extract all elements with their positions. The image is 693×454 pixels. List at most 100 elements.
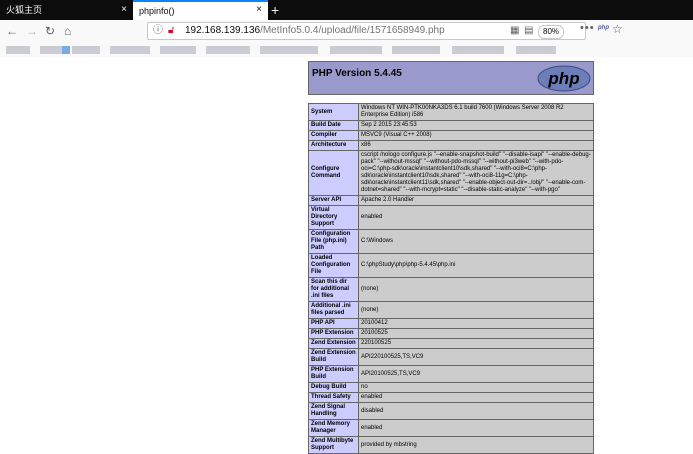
row-value: C:\Windows bbox=[358, 229, 594, 254]
row-label: Zend Extension Build bbox=[308, 348, 359, 366]
bookmarks-toolbar bbox=[0, 43, 693, 57]
table-row: Zend Extension Build API220100525,TS,VC9 bbox=[308, 348, 594, 366]
row-label: PHP Extension Build bbox=[308, 365, 359, 383]
tab-label: phpinfo() bbox=[139, 6, 175, 16]
home-icon[interactable]: ⌂ bbox=[64, 23, 71, 39]
bookmark-item[interactable] bbox=[206, 46, 250, 54]
phpinfo-table: System Windows NT WIN-PTK00NKA3DS 6.1 bui… bbox=[308, 103, 594, 454]
row-value: API220100525,TS,VC9 bbox=[358, 348, 594, 366]
row-value: (none) bbox=[358, 301, 594, 319]
row-label: PHP API bbox=[308, 318, 359, 329]
close-tab-icon[interactable]: × bbox=[256, 1, 262, 19]
bookmark-item[interactable] bbox=[330, 46, 382, 54]
forward-arrow-icon[interactable]: → bbox=[26, 23, 38, 39]
url-bar[interactable]: ⓘ 🔓︎ 192.168.139.136/MetInfo5.0.4/upload… bbox=[147, 22, 586, 40]
table-row: Zend Extension 220100525 bbox=[308, 338, 594, 349]
row-label: Server API bbox=[308, 195, 359, 206]
row-label: Zend Multibyte Support bbox=[308, 436, 359, 454]
row-value: no bbox=[358, 382, 594, 393]
table-row: Zend Signal Handling disabled bbox=[308, 402, 594, 420]
table-row: Compiler MSVC9 (Visual C++ 2008) bbox=[308, 130, 594, 141]
row-label: Build Date bbox=[308, 120, 359, 131]
row-label: Loaded Configuration File bbox=[308, 253, 359, 278]
row-label: PHP Extension bbox=[308, 328, 359, 339]
bookmark-item[interactable] bbox=[452, 46, 504, 54]
reload-icon[interactable]: ↻ bbox=[45, 23, 55, 39]
row-value: 220100525 bbox=[358, 338, 594, 349]
row-label: Zend Extension bbox=[308, 338, 359, 349]
row-label: Thread Safety bbox=[308, 392, 359, 403]
php-extension-icon[interactable]: php bbox=[598, 25, 609, 31]
row-value: API20100525,TS,VC9 bbox=[358, 365, 594, 383]
table-row: Zend Multibyte Support provided by mbstri… bbox=[308, 436, 594, 454]
row-value: enabled bbox=[358, 392, 594, 403]
bookmark-item[interactable] bbox=[392, 46, 440, 54]
row-value: 20100525 bbox=[358, 328, 594, 339]
zoom-level-badge[interactable]: 80% bbox=[538, 25, 565, 39]
table-row: Build Date Sep 2 2015 23:45:53 bbox=[308, 120, 594, 131]
row-value: C:\phpStudy\php\php-5.4.45\php.ini bbox=[358, 253, 594, 278]
bookmark-item[interactable] bbox=[516, 46, 556, 54]
url-text[interactable]: 192.168.139.136/MetInfo5.0.4/upload/file… bbox=[185, 23, 445, 39]
row-label: Virtual Directory Support bbox=[308, 205, 359, 230]
back-arrow-icon[interactable]: ← bbox=[6, 23, 18, 39]
bookmark-item[interactable] bbox=[260, 46, 318, 54]
row-label: System bbox=[308, 103, 359, 121]
bookmark-item[interactable] bbox=[72, 46, 100, 54]
table-row: PHP Extension 20100525 bbox=[308, 328, 594, 339]
navigation-bar: ← → ↻ ⌂ ⓘ 🔓︎ 192.168.139.136/MetInfo5.0.… bbox=[0, 20, 693, 44]
bookmark-item[interactable] bbox=[62, 46, 70, 54]
row-value: x86 bbox=[358, 140, 594, 151]
row-label: Configuration File (php.ini) Path bbox=[308, 229, 359, 254]
bookmark-item[interactable] bbox=[160, 46, 196, 54]
table-row: Scan this dir for additional .ini files(… bbox=[308, 277, 594, 302]
row-label: Scan this dir for additional .ini files bbox=[308, 277, 359, 302]
table-row: Debug Build no bbox=[308, 382, 594, 393]
bookmark-item[interactable] bbox=[40, 46, 62, 54]
bookmark-item[interactable] bbox=[110, 46, 150, 54]
row-label: Compiler bbox=[308, 130, 359, 141]
row-label: Zend Signal Handling bbox=[308, 402, 359, 420]
tab-bar: 火狐主页 × phpinfo() × + bbox=[0, 0, 693, 20]
row-value: provided by mbstring bbox=[358, 436, 594, 454]
table-row: Virtual Directory Support enabled bbox=[308, 205, 594, 230]
row-label: Additional .ini files parsed bbox=[308, 301, 359, 319]
row-value: (none) bbox=[358, 277, 594, 302]
row-label: Debug Build bbox=[308, 382, 359, 393]
row-value: Apache 2.0 Handler bbox=[358, 195, 594, 206]
php-logo-icon: php bbox=[537, 65, 591, 92]
row-value: disabled bbox=[358, 402, 594, 420]
site-info-icon[interactable]: ⓘ bbox=[153, 23, 163, 39]
url-path: /MetInfo5.0.4/upload/file/1571658949.php bbox=[260, 25, 445, 36]
table-row: PHP API 20100412 bbox=[308, 318, 594, 329]
row-label: Zend Memory Manager bbox=[308, 419, 359, 437]
table-row: Server API Apache 2.0 Handler bbox=[308, 195, 594, 206]
bookmark-item[interactable] bbox=[6, 46, 30, 54]
table-row: Architecture x86 bbox=[308, 140, 594, 151]
table-row: PHP Extension Build API20100525,TS,VC9 bbox=[308, 365, 594, 383]
row-value: enabled bbox=[358, 205, 594, 230]
tab-label: 火狐主页 bbox=[6, 5, 43, 15]
phpinfo-table-body: System Windows NT WIN-PTK00NKA3DS 6.1 bui… bbox=[308, 103, 594, 454]
row-value: cscript /nologo configure.js "--enable-s… bbox=[358, 150, 594, 196]
url-host: 192.168.139.136 bbox=[185, 25, 261, 36]
row-value: Sep 2 2015 23:45:53 bbox=[358, 120, 594, 131]
row-value: enabled bbox=[358, 419, 594, 437]
page-actions-menu-icon[interactable]: ••• bbox=[580, 22, 595, 34]
tab-firefox-home[interactable]: 火狐主页 × bbox=[0, 0, 133, 20]
new-tab-icon[interactable]: + bbox=[271, 1, 279, 19]
tab-phpinfo[interactable]: phpinfo() × bbox=[133, 0, 268, 20]
qr-code-icon[interactable]: ▦ bbox=[510, 23, 519, 39]
row-value: Windows NT WIN-PTK00NKA3DS 6.1 build 760… bbox=[358, 103, 594, 121]
table-row: System Windows NT WIN-PTK00NKA3DS 6.1 bui… bbox=[308, 103, 594, 121]
reader-view-icon[interactable]: ▤ bbox=[524, 23, 533, 39]
table-row: Configuration File (php.ini) Path C:\Wind… bbox=[308, 229, 594, 254]
table-row: Additional .ini files parsed (none) bbox=[308, 301, 594, 319]
table-row: Loaded Configuration File C:\phpStudy\php… bbox=[308, 253, 594, 278]
logo-text: php bbox=[547, 69, 579, 88]
table-row: Thread Safety enabled bbox=[308, 392, 594, 403]
bookmark-star-icon[interactable]: ☆ bbox=[612, 22, 623, 36]
close-tab-icon[interactable]: × bbox=[121, 0, 127, 20]
insecure-lock-icon[interactable]: 🔓︎ bbox=[168, 23, 174, 39]
row-value: MSVC9 (Visual C++ 2008) bbox=[358, 130, 594, 141]
